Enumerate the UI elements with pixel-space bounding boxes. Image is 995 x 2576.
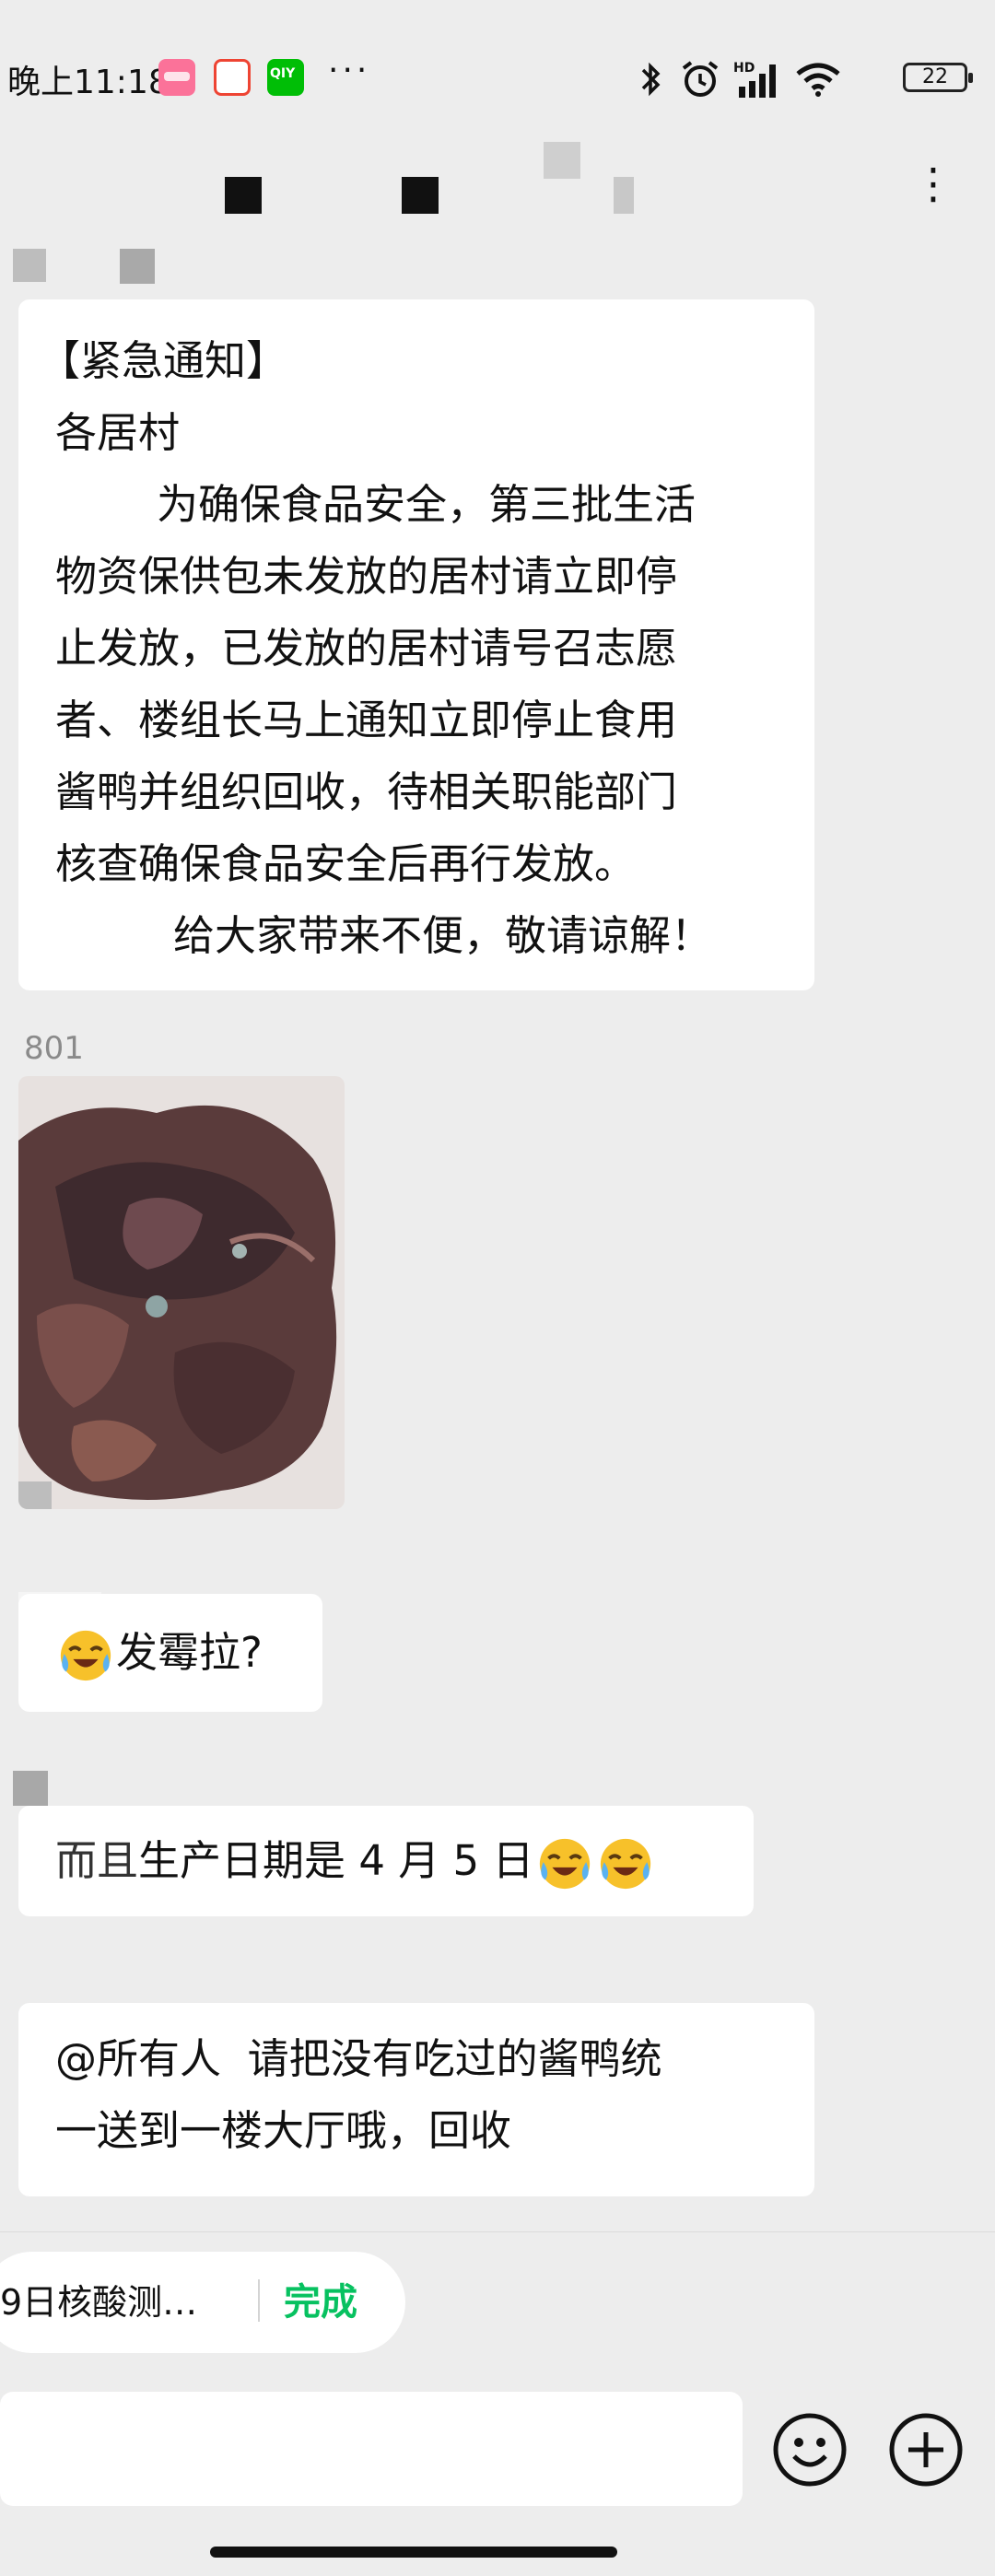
battery-icon: 22 [903,63,973,92]
message-line: 者、楼组长马上通知立即停止食用 [55,696,678,744]
iqiyi-app-icon [267,59,304,96]
message-line: 给大家带来不便，敬请谅解！ [173,911,713,960]
message-image-duck[interactable] [18,1076,345,1509]
sender-avatar [13,1771,48,1806]
message-text: 生产日期是 4 月 5 日 [138,1836,534,1885]
more-icon[interactable]: ⋮ [912,158,958,208]
more-notifications-icon: ··· [328,52,371,89]
quick-bar-divider [0,2231,995,2232]
message-line: 为确保食品安全，第三批生活 [157,480,696,529]
message-bubble-notice[interactable]: 【紧急通知】 各居村 为确保食品安全，第三批生活 物资保供包未发放的居村请立即停… [18,299,814,990]
message-line: 各居村 [55,408,181,457]
redacted-title-mark [614,177,634,214]
quick-reply-text[interactable]: 9日核酸测… [0,2274,197,2324]
plus-icon[interactable] [886,2410,966,2489]
bluetooth-icon [641,62,661,97]
bilibili-app-icon [158,59,195,96]
signal-icon: HD [733,61,776,98]
sender-name: 801 [24,1030,84,1067]
alarm-icon [682,61,719,97]
message-line: 酱鸭并组织回收，待相关职能部门 [55,767,678,816]
done-button[interactable]: 完成 [284,2272,357,2325]
wifi-icon [796,63,840,97]
crying-laughing-emoji-icon [60,1630,111,1681]
app-notification-icon [214,59,251,96]
message-text: 发霉拉? [116,1628,263,1677]
message-line: 止发放，已发放的居村请号召志愿 [55,624,678,673]
home-indicator[interactable] [210,2547,617,2558]
chat-header [0,138,995,240]
message-input[interactable] [0,2392,743,2506]
redacted-title-mark [544,142,580,179]
sender-avatar [120,249,155,284]
crying-laughing-emoji-icon [600,1838,650,1890]
redacted-title-mark [402,177,439,214]
chip-separator [258,2279,260,2322]
svg-text:HD: HD [733,61,755,76]
emoji-icon[interactable] [770,2410,849,2489]
message-bubble-text[interactable]: 而且生产日期是 4 月 5 日 [18,1806,754,1916]
message-line: 一送到一楼大厅哦，回收 [55,2106,512,2155]
status-bar: 晚上11:18 ··· HD 22 [0,0,995,157]
crying-laughing-emoji-icon [539,1838,590,1890]
sender-avatar [13,249,46,282]
redacted-title-mark [225,177,262,214]
message-line: @所有人 请把没有吃过的酱鸭统 [55,2034,662,2083]
message-bubble-text[interactable]: @所有人 请把没有吃过的酱鸭统 一送到一楼大厅哦，回收 [18,2003,814,2196]
message-line: 物资保供包未发放的居村请立即停 [55,552,678,601]
message-line: 【紧急通知】 [39,336,288,385]
message-prefix: 而且 [55,1836,139,1885]
message-bubble-text[interactable]: 发霉拉? [18,1594,322,1712]
message-line: 核查确保食品安全后再行发放。 [55,839,637,888]
status-time: 晚上11:18 [7,64,170,101]
